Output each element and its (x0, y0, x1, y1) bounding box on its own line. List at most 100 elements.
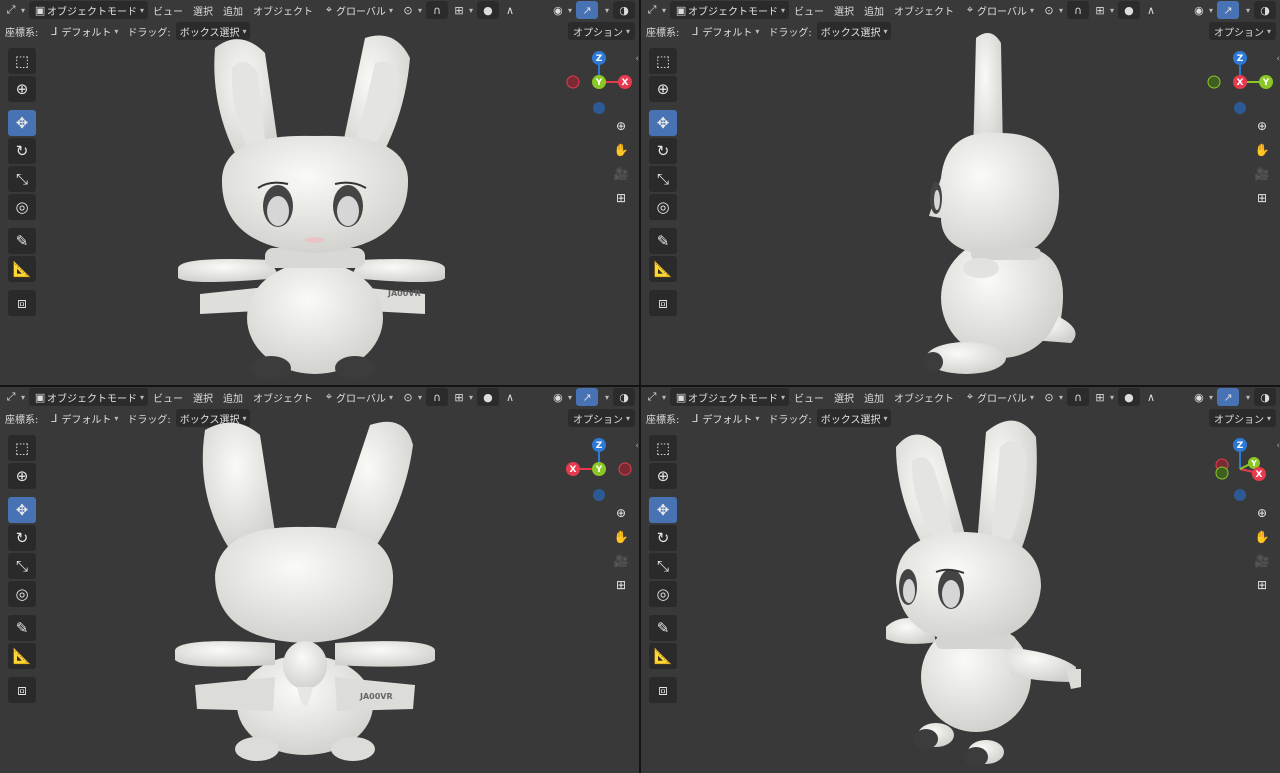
viewport-bottom-left[interactable]: ⤢ ▾ ▣ オブジェクトモード ▾ ビュー 選択 追加 オブジェクト ⌖ グローバル ▾ … (0, 387, 639, 773)
proportional-toggle[interactable]: ● (476, 1, 499, 19)
cursor-tool[interactable]: ⊕ (649, 76, 677, 102)
gizmo-toggle[interactable]: ↗ (575, 388, 598, 406)
snap-dropdown[interactable]: ⊞ ▾ (448, 1, 477, 19)
pan-button[interactable]: ✋ (611, 527, 631, 547)
proportional-toggle[interactable]: ● (1117, 388, 1140, 406)
menu-view[interactable]: ビュー (789, 390, 829, 405)
gizmo-toggle[interactable]: ↗ (575, 1, 598, 19)
editor-type-button[interactable]: ⤢ ▾ (641, 1, 670, 19)
rotate-tool[interactable]: ↻ (8, 525, 36, 551)
select-box-tool[interactable]: ⬚ (649, 48, 677, 74)
ortho-toggle-button[interactable]: ⊞ (611, 575, 631, 595)
menu-select[interactable]: 選択 (188, 390, 218, 405)
add-cube-tool[interactable]: ⧈ (8, 677, 36, 703)
falloff-dropdown[interactable]: ∧ (1140, 1, 1162, 19)
pivot-dropdown[interactable]: ⊙ ▾ (1038, 388, 1067, 406)
navigation-gizmo[interactable]: Z Y X (1201, 435, 1280, 505)
options-dropdown[interactable]: オプション ▾ (567, 409, 635, 427)
sidebar-toggle-arrow[interactable]: ‹ (1276, 54, 1280, 64)
snap-dropdown[interactable]: ⊞ ▾ (1089, 388, 1118, 406)
drag-dropdown[interactable]: ボックス選択 ▾ (816, 22, 892, 40)
ortho-toggle-button[interactable]: ⊞ (1252, 188, 1272, 208)
menu-object[interactable]: オブジェクト (889, 3, 959, 18)
transform-tool[interactable]: ◎ (8, 581, 36, 607)
viewport-top-right[interactable]: ⤢ ▾ ▣ オブジェクトモード ▾ ビュー 選択 追加 オブジェクト ⌖ グローバル ▾ … (641, 0, 1280, 385)
measure-tool[interactable]: 📐 (649, 256, 677, 282)
menu-view[interactable]: ビュー (148, 3, 188, 18)
gizmo-toggle[interactable]: ↗ (1216, 388, 1239, 406)
camera-button[interactable]: 🎥 (1252, 164, 1272, 184)
editor-type-button[interactable]: ⤢ ▾ (0, 388, 29, 406)
menu-object[interactable]: オブジェクト (248, 3, 318, 18)
overlay-toggle[interactable]: ◑ (613, 1, 635, 19)
menu-view[interactable]: ビュー (789, 3, 829, 18)
pan-button[interactable]: ✋ (1252, 140, 1272, 160)
rotate-tool[interactable]: ↻ (649, 138, 677, 164)
measure-tool[interactable]: 📐 (8, 256, 36, 282)
snap-toggle[interactable]: ∩ (425, 1, 448, 19)
orientation-dropdown[interactable]: ⌖ グローバル ▾ (959, 1, 1038, 19)
transform-tool[interactable]: ◎ (649, 194, 677, 220)
sidebar-toggle-arrow[interactable]: ‹ (635, 54, 639, 64)
zoom-button[interactable]: ⊕ (1252, 116, 1272, 136)
rotate-tool[interactable]: ↻ (649, 525, 677, 551)
scale-tool[interactable]: ⤡ (8, 553, 36, 579)
falloff-dropdown[interactable]: ∧ (499, 388, 521, 406)
zoom-button[interactable]: ⊕ (611, 503, 631, 523)
proportional-toggle[interactable]: ● (1117, 1, 1140, 19)
editor-type-button[interactable]: ⤢ ▾ (641, 388, 670, 406)
visibility-dropdown[interactable]: ◉ ▾ (547, 388, 576, 406)
gizmo-dropdown[interactable]: ▾ (598, 1, 613, 19)
mode-dropdown[interactable]: ▣ オブジェクトモード ▾ (670, 1, 790, 19)
gizmo-toggle[interactable]: ↗ (1216, 1, 1239, 19)
viewport-bottom-right[interactable]: ⤢ ▾ ▣ オブジェクトモード ▾ ビュー 選択 追加 オブジェクト ⌖ グローバル ▾ … (641, 387, 1280, 773)
mode-dropdown[interactable]: ▣ オブジェクトモード ▾ (670, 388, 790, 406)
pan-button[interactable]: ✋ (611, 140, 631, 160)
pivot-dropdown[interactable]: ⊙ ▾ (397, 1, 426, 19)
visibility-dropdown[interactable]: ◉ ▾ (1188, 1, 1217, 19)
move-tool[interactable]: ✥ (649, 110, 677, 136)
measure-tool[interactable]: 📐 (649, 643, 677, 669)
falloff-dropdown[interactable]: ∧ (499, 1, 521, 19)
select-box-tool[interactable]: ⬚ (8, 435, 36, 461)
bunny-model-back[interactable]: JA00VR (165, 415, 465, 765)
select-box-tool[interactable]: ⬚ (649, 435, 677, 461)
snap-dropdown[interactable]: ⊞ ▾ (1089, 1, 1118, 19)
orientation-dropdown[interactable]: ⌖ グローバル ▾ (318, 388, 397, 406)
menu-add[interactable]: 追加 (218, 3, 248, 18)
transform-tool[interactable]: ◎ (649, 581, 677, 607)
overlay-toggle[interactable]: ◑ (1254, 1, 1276, 19)
orientation-dropdown[interactable]: ⌖ グローバル ▾ (318, 1, 397, 19)
coord-dropdown[interactable]: ⅃ デフォルト ▾ (43, 409, 122, 427)
viewport-top-left[interactable]: ⤢ ▾ ▣ オブジェクトモード ▾ ビュー 選択 追加 オブジェクト ⌖ グローバル ▾ … (0, 0, 639, 385)
options-dropdown[interactable]: オプション ▾ (567, 22, 635, 40)
annotate-tool[interactable]: ✎ (649, 228, 677, 254)
cursor-tool[interactable]: ⊕ (649, 463, 677, 489)
navigation-gizmo[interactable]: Z X Y (1201, 48, 1280, 118)
menu-select[interactable]: 選択 (829, 3, 859, 18)
menu-select[interactable]: 選択 (188, 3, 218, 18)
transform-tool[interactable]: ◎ (8, 194, 36, 220)
navigation-gizmo[interactable]: Z Y X (560, 48, 639, 118)
bunny-model-side[interactable] (911, 28, 1091, 378)
mode-dropdown[interactable]: ▣ オブジェクトモード ▾ (29, 1, 149, 19)
add-cube-tool[interactable]: ⧈ (649, 290, 677, 316)
menu-add[interactable]: 追加 (218, 390, 248, 405)
orientation-dropdown[interactable]: ⌖ グローバル ▾ (959, 388, 1038, 406)
menu-add[interactable]: 追加 (859, 390, 889, 405)
visibility-dropdown[interactable]: ◉ ▾ (547, 1, 576, 19)
move-tool[interactable]: ✥ (649, 497, 677, 523)
editor-type-button[interactable]: ⤢ ▾ (0, 1, 29, 19)
snap-toggle[interactable]: ∩ (1066, 388, 1089, 406)
menu-object[interactable]: オブジェクト (889, 390, 959, 405)
annotate-tool[interactable]: ✎ (8, 228, 36, 254)
pan-button[interactable]: ✋ (1252, 527, 1272, 547)
bunny-model-front[interactable]: JA00VR (170, 28, 460, 383)
measure-tool[interactable]: 📐 (8, 643, 36, 669)
move-tool[interactable]: ✥ (8, 110, 36, 136)
gizmo-dropdown[interactable]: ▾ (1239, 388, 1254, 406)
scale-tool[interactable]: ⤡ (649, 553, 677, 579)
sidebar-toggle-arrow[interactable]: ‹ (635, 441, 639, 451)
snap-toggle[interactable]: ∩ (425, 388, 448, 406)
ortho-toggle-button[interactable]: ⊞ (611, 188, 631, 208)
